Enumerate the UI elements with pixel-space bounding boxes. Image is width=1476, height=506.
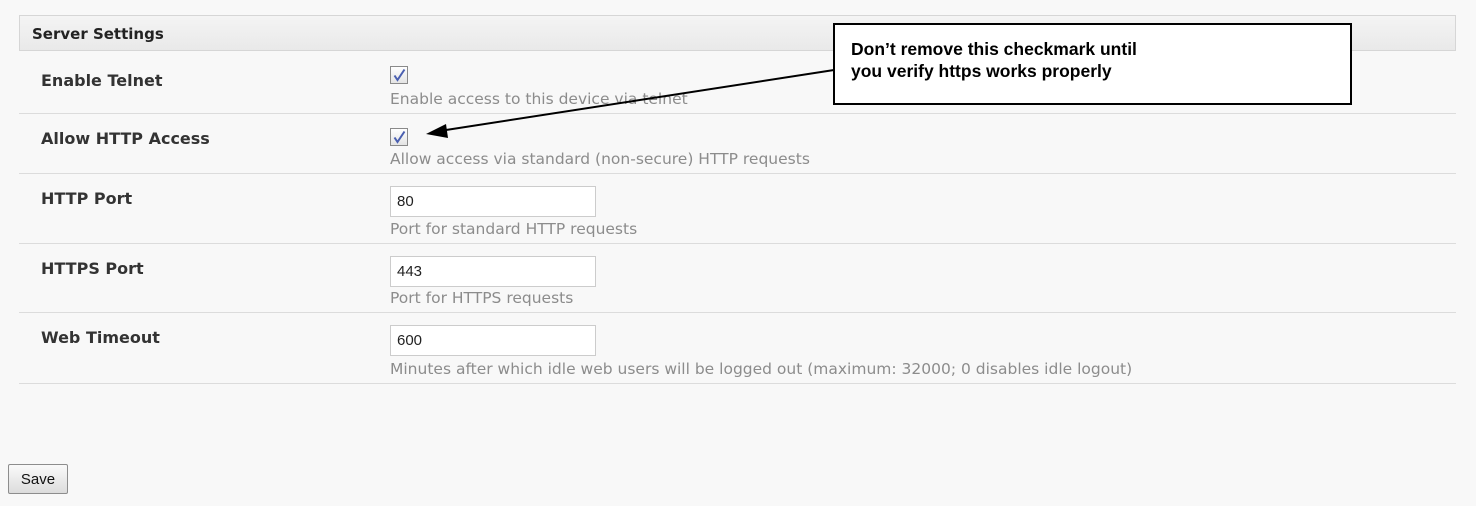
annotation-arrow <box>426 69 835 138</box>
arrow-head-icon <box>426 124 448 138</box>
